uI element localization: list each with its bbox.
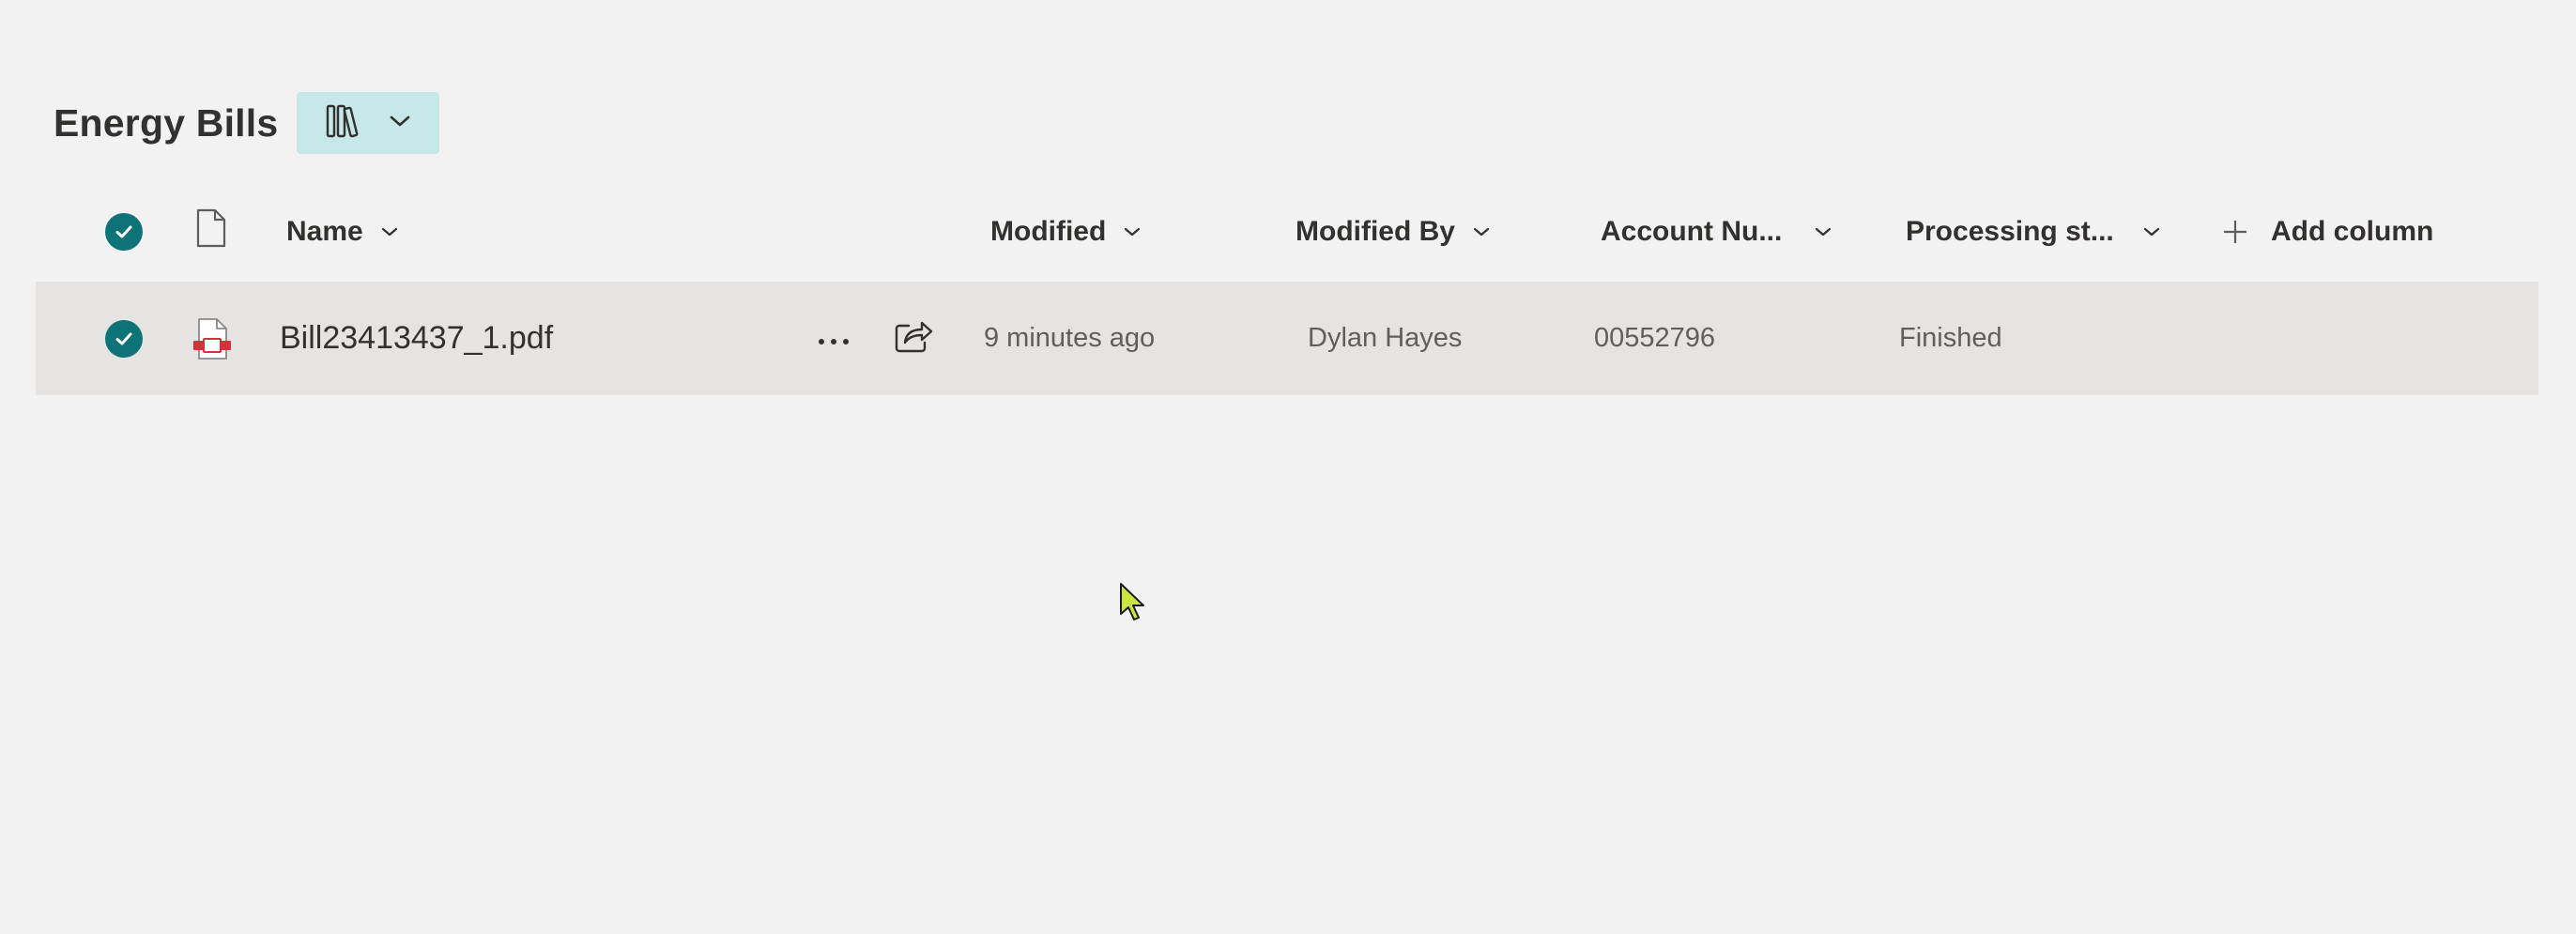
view-switcher-button[interactable] xyxy=(297,92,440,154)
library-books-icon xyxy=(325,102,362,145)
share-button[interactable] xyxy=(894,282,933,395)
chevron-down-icon xyxy=(1814,225,1832,238)
account-number-cell: 00552796 xyxy=(1594,323,1716,353)
add-column-button[interactable]: Add column xyxy=(2222,199,2433,265)
pdf-file-icon xyxy=(192,282,233,395)
modified-cell: 9 minutes ago xyxy=(984,323,1156,353)
chevron-down-icon xyxy=(1472,225,1491,238)
user-name: Dylan Hayes xyxy=(1308,323,1463,353)
chevron-down-icon xyxy=(1123,225,1142,238)
chevron-down-icon xyxy=(389,114,411,133)
column-header-label: Modified xyxy=(990,216,1107,247)
checkmark-circle-icon xyxy=(105,213,143,251)
file-type-header[interactable] xyxy=(194,199,228,265)
column-header-name[interactable]: Name xyxy=(286,199,399,265)
file-name-link[interactable]: Bill23413437_1.pdf xyxy=(280,282,553,395)
mouse-cursor-icon xyxy=(1118,582,1146,628)
table-row[interactable]: Bill23413437_1.pdf 9 minutes ago Dylan H… xyxy=(36,282,2538,395)
chevron-down-icon xyxy=(380,225,399,238)
page-title: Energy Bills xyxy=(54,100,279,145)
ellipsis-icon xyxy=(817,323,851,354)
chevron-down-icon xyxy=(2142,225,2161,238)
row-select-checkbox[interactable] xyxy=(105,282,143,395)
column-header-processing-status[interactable]: Processing st... xyxy=(1906,199,2161,265)
library-header: Energy Bills xyxy=(54,92,440,154)
processing-status-cell: Finished xyxy=(1899,323,2002,353)
document-icon xyxy=(194,207,228,256)
column-header-account-number[interactable]: Account Nu... xyxy=(1601,199,1832,265)
column-header-label: Name xyxy=(286,216,363,247)
select-all-checkbox[interactable] xyxy=(105,199,143,265)
share-icon xyxy=(894,316,933,361)
more-actions-button[interactable] xyxy=(817,282,851,395)
plus-icon xyxy=(2222,219,2248,245)
column-header-row: Name Modified Modified By Account Nu... … xyxy=(0,199,2576,265)
modified-by-cell[interactable]: Dylan Hayes xyxy=(1308,282,1462,395)
file-name: Bill23413437_1.pdf xyxy=(280,320,554,356)
column-header-modified[interactable]: Modified xyxy=(990,199,1142,265)
column-header-label: Modified By xyxy=(1296,216,1455,247)
checkmark-circle-icon xyxy=(105,319,143,358)
column-header-modified-by[interactable]: Modified By xyxy=(1296,199,1491,265)
column-header-label: Processing st... xyxy=(1906,216,2114,247)
add-column-label: Add column xyxy=(2271,216,2434,247)
column-header-label: Account Nu... xyxy=(1601,216,1783,247)
